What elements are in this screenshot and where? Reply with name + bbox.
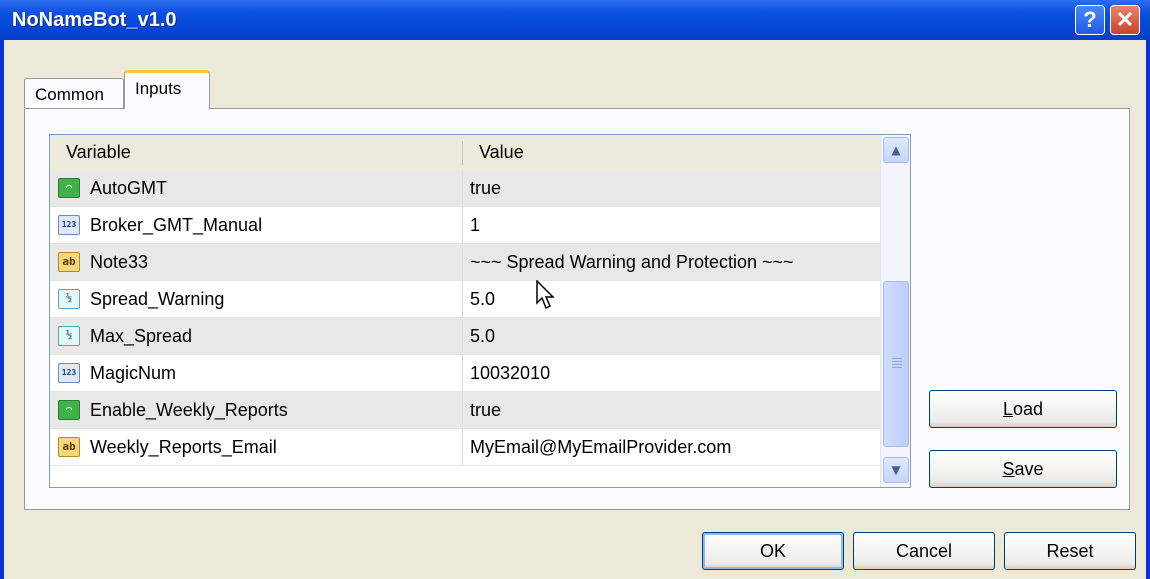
- int-type-icon: 123: [58, 363, 80, 383]
- table-row[interactable]: ab Note33 ~~~ Spread Warning and Protectio…: [50, 244, 880, 281]
- dialog-client-area: Common Inputs Variable Value ⌒ AutoGMT tru…: [4, 40, 1146, 579]
- scroll-thumb[interactable]: [883, 281, 909, 447]
- load-button[interactable]: Load: [929, 390, 1117, 428]
- variable-value[interactable]: true: [470, 170, 501, 207]
- column-header-value[interactable]: Value: [463, 135, 880, 170]
- scroll-down-button[interactable]: ▼: [883, 457, 909, 483]
- save-button-mnemonic: S: [1002, 459, 1015, 479]
- help-button[interactable]: ?: [1075, 5, 1105, 35]
- variable-value[interactable]: MyEmail@MyEmailProvider.com: [470, 429, 731, 466]
- table-row[interactable]: 123 MagicNum 10032010: [50, 355, 880, 392]
- variable-value[interactable]: 5.0: [470, 318, 495, 355]
- cell-divider: [462, 392, 463, 429]
- cell-divider: [462, 281, 463, 318]
- bool-type-icon: ⌒: [58, 178, 80, 198]
- string-type-icon: ab: [58, 252, 80, 272]
- variable-name: Enable_Weekly_Reports: [90, 400, 288, 420]
- variable-name: AutoGMT: [90, 178, 168, 198]
- table-row[interactable]: ½ Max_Spread 5.0: [50, 318, 880, 355]
- window-title: NoNameBot_v1.0: [12, 9, 177, 31]
- mouse-pointer-icon: [536, 280, 555, 310]
- variable-name: Note33: [90, 252, 149, 272]
- save-button-label: ave: [1014, 459, 1044, 479]
- table-row[interactable]: ⌒ Enable_Weekly_Reports true: [50, 392, 880, 429]
- double-type-icon: ½: [58, 289, 80, 309]
- cell-divider: [462, 170, 463, 207]
- reset-button[interactable]: Reset: [1004, 532, 1136, 570]
- variable-name: Max_Spread: [90, 326, 193, 346]
- inputs-panel: Variable Value ⌒ AutoGMT true 123 Broker_GMT…: [24, 108, 1130, 510]
- ok-button[interactable]: OK: [702, 532, 844, 570]
- load-button-label: oad: [1012, 399, 1044, 419]
- bool-type-icon: ⌒: [58, 400, 80, 420]
- variable-value[interactable]: 10032010: [470, 355, 550, 392]
- variable-value[interactable]: ~~~ Spread Warning and Protection ~~~: [470, 244, 794, 281]
- tab-common[interactable]: Common: [24, 78, 124, 108]
- dialog-window: NoNameBot_v1.0 ? ✕ Common Inputs Variabl…: [0, 0, 1150, 579]
- variable-value[interactable]: true: [470, 392, 501, 429]
- variable-value[interactable]: 5.0: [470, 281, 495, 318]
- grid-header: Variable Value: [50, 135, 880, 171]
- title-bar[interactable]: NoNameBot_v1.0 ? ✕: [0, 0, 1150, 40]
- table-row[interactable]: ½ Spread_Warning 5.0: [50, 281, 880, 318]
- table-row[interactable]: ⌒ AutoGMT true: [50, 170, 880, 207]
- cell-divider: [462, 244, 463, 281]
- column-header-variable[interactable]: Variable: [50, 135, 462, 170]
- cell-divider: [462, 355, 463, 392]
- string-type-icon: ab: [58, 437, 80, 457]
- table-row[interactable]: 123 Broker_GMT_Manual 1: [50, 207, 880, 244]
- load-button-mnemonic: L: [1002, 399, 1013, 419]
- variable-value[interactable]: 1: [470, 207, 480, 244]
- variable-name: Broker_GMT_Manual: [90, 215, 263, 235]
- close-button[interactable]: ✕: [1110, 5, 1140, 35]
- double-type-icon: ½: [58, 326, 80, 346]
- save-button[interactable]: Save: [929, 450, 1117, 488]
- cell-divider: [462, 429, 463, 466]
- int-type-icon: 123: [58, 215, 80, 235]
- cell-divider: [462, 207, 463, 244]
- cell-divider: [462, 318, 463, 355]
- vertical-scrollbar[interactable]: ▲ ▼: [880, 135, 910, 487]
- table-row[interactable]: ab Weekly_Reports_Email MyEmail@MyEmailPro…: [50, 429, 880, 466]
- cancel-button[interactable]: Cancel: [853, 532, 995, 570]
- inputs-grid: Variable Value ⌒ AutoGMT true 123 Broker_GMT…: [49, 134, 911, 488]
- variable-name: Weekly_Reports_Email: [90, 437, 277, 457]
- scroll-up-button[interactable]: ▲: [883, 137, 909, 163]
- tab-inputs[interactable]: Inputs: [124, 70, 210, 109]
- variable-name: MagicNum: [90, 363, 177, 383]
- variable-name: Spread_Warning: [90, 289, 225, 309]
